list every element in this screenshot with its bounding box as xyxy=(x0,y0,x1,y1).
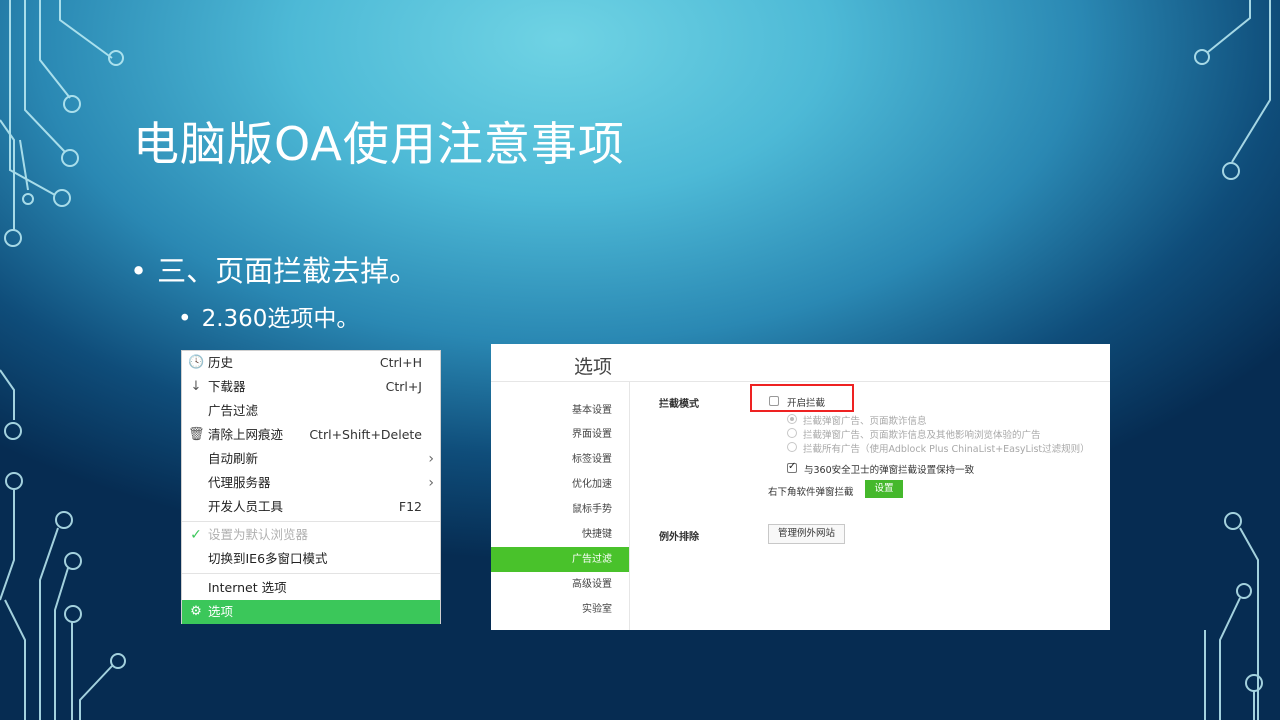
enable-blocking-checkbox[interactable] xyxy=(769,396,779,406)
slide-title: 电脑版OA使用注意事项 xyxy=(133,117,625,171)
exceptions-label: 例外排除 xyxy=(659,532,699,543)
sidebar-item-acceleration[interactable]: 优化加速 xyxy=(491,472,629,497)
menu-item-proxy[interactable]: 代理服务器 › xyxy=(182,471,440,495)
trash-icon: 🗑 xyxy=(188,427,205,442)
menu-item-internet-options[interactable]: Internet 选项 xyxy=(182,576,440,600)
sidebar-item-interface[interactable]: 界面设置 xyxy=(491,422,629,447)
sidebar-item-ad-filter[interactable]: 广告过滤 xyxy=(491,547,629,572)
radio-block-all-label: 拦截所有广告（使用Adblock Plus ChinaList+EasyList… xyxy=(803,444,1090,455)
popup-settings-button[interactable]: 设置 xyxy=(865,480,903,498)
bullet-dot: • xyxy=(178,306,192,332)
menu-item-options[interactable]: ⚙ 选项 xyxy=(182,600,440,624)
check-icon: ✓ xyxy=(190,527,202,543)
gear-icon: ⚙ xyxy=(190,604,202,619)
menu-separator xyxy=(182,521,440,522)
bullet-dot: • xyxy=(130,254,148,288)
options-title: 选项 xyxy=(574,356,613,378)
menu-item-history[interactable]: 🕓 历史 Ctrl+H xyxy=(182,351,440,375)
enable-blocking-label: 开启拦截 xyxy=(787,398,826,409)
bullet-level-2-text: 2.360选项中。 xyxy=(201,306,360,332)
menu-item-clear-history[interactable]: 🗑 清除上网痕迹 Ctrl+Shift+Delete xyxy=(182,423,440,447)
block-mode-label: 拦截模式 xyxy=(659,399,699,410)
options-sidebar: 基本设置 界面设置 标签设置 优化加速 鼠标手势 快捷键 广告过滤 高级设置 实… xyxy=(491,382,630,630)
browser-tools-menu: 🕓 历史 Ctrl+H ↓ 下载器 Ctrl+J 广告过滤 🗑 清除上网痕迹 C… xyxy=(181,350,441,624)
bullet-level-1: • 三、页面拦截去掉。 xyxy=(130,248,418,290)
menu-item-ad-filter[interactable]: 广告过滤 xyxy=(182,399,440,423)
menu-separator xyxy=(182,573,440,574)
menu-item-devtools[interactable]: 开发人员工具 F12 xyxy=(182,495,440,519)
sync-360-checkbox[interactable] xyxy=(787,461,797,473)
sync-360-label: 与360安全卫士的弹窗拦截设置保持一致 xyxy=(804,465,975,476)
menu-item-downloads[interactable]: ↓ 下载器 Ctrl+J xyxy=(182,375,440,399)
chevron-right-icon: › xyxy=(428,475,434,491)
radio-block-popup-and-more-label: 拦截弹窗广告、页面欺诈信息及其他影响浏览体验的广告 xyxy=(803,430,1041,441)
radio-block-popup-and-more[interactable] xyxy=(787,428,797,438)
sidebar-item-advanced[interactable]: 高级设置 xyxy=(491,572,629,597)
sidebar-item-shortcuts[interactable]: 快捷键 xyxy=(491,522,629,547)
radio-block-all[interactable] xyxy=(787,442,797,452)
options-panel: 选项 基本设置 界面设置 标签设置 优化加速 鼠标手势 快捷键 广告过滤 高级设… xyxy=(491,344,1110,630)
bullet-level-2: • 2.360选项中。 xyxy=(178,299,359,333)
radio-block-popup[interactable] xyxy=(787,414,797,424)
menu-item-auto-refresh[interactable]: 自动刷新 › xyxy=(182,447,440,471)
radio-block-popup-label: 拦截弹窗广告、页面欺诈信息 xyxy=(803,416,927,427)
bullet-level-1-text: 三、页面拦截去掉。 xyxy=(157,254,419,288)
sidebar-item-basic[interactable]: 基本设置 xyxy=(491,398,629,423)
chevron-right-icon: › xyxy=(428,451,434,467)
popup-block-label: 右下角软件弹窗拦截 xyxy=(768,487,854,498)
menu-item-ie6-mode[interactable]: 切换到IE6多窗口模式 xyxy=(182,547,440,571)
menu-item-set-default-browser: ✓ 设置为默认浏览器 xyxy=(182,523,440,547)
clock-icon: 🕓 xyxy=(188,355,205,370)
sidebar-item-mouse-gestures[interactable]: 鼠标手势 xyxy=(491,497,629,522)
download-arrow-icon: ↓ xyxy=(190,379,202,394)
manage-exceptions-button[interactable]: 管理例外网站 xyxy=(768,524,845,544)
sidebar-item-labs[interactable]: 实验室 xyxy=(491,597,629,622)
sidebar-item-tabs[interactable]: 标签设置 xyxy=(491,447,629,472)
